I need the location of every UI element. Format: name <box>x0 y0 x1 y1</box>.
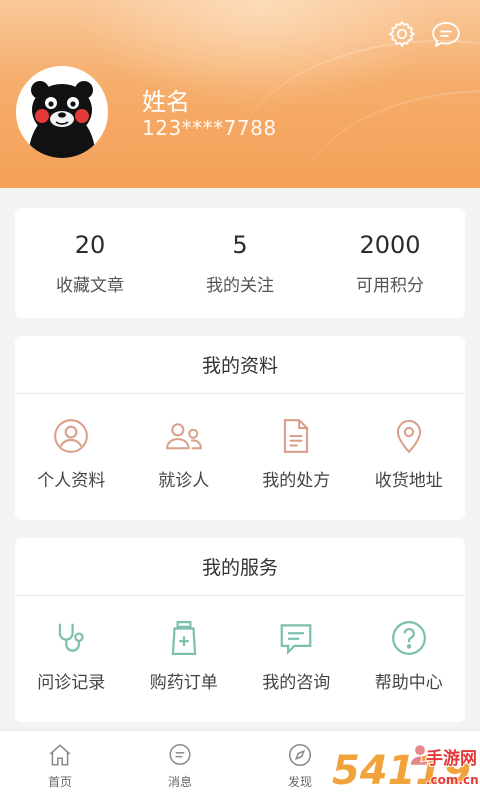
user-name: 姓名 <box>142 88 190 116</box>
stat-value: 5 <box>232 230 248 259</box>
gear-icon[interactable] <box>386 18 418 50</box>
grid-item-consultation-records[interactable]: 问诊记录 <box>15 596 128 722</box>
nav-label: 发现 <box>287 775 312 789</box>
grid-item-my-consultations[interactable]: 我的咨询 <box>240 596 353 722</box>
users-icon <box>164 416 204 456</box>
grid-label: 我的处方 <box>262 471 331 491</box>
profile-section: 我的资料 个人资料 就诊人 我的处方 收货地址 <box>15 336 465 520</box>
grid-item-personal-info[interactable]: 个人资料 <box>15 394 128 520</box>
home-icon <box>46 741 74 769</box>
chat-bubble-icon[interactable] <box>430 18 462 50</box>
nav-label: 消息 <box>167 775 192 789</box>
grid-item-patients[interactable]: 就诊人 <box>128 394 241 520</box>
stat-favorite-articles[interactable]: 20 收藏文章 <box>15 208 165 318</box>
stat-value: 20 <box>74 230 106 259</box>
profile-header: 姓名 123****7788 <box>0 0 480 188</box>
stethoscope-icon <box>51 618 91 658</box>
grid-label: 帮助中心 <box>374 673 443 693</box>
document-icon <box>276 416 316 456</box>
grid-label: 购药订单 <box>149 673 218 693</box>
chat-lines-icon <box>276 618 316 658</box>
avatar[interactable] <box>16 66 108 158</box>
svg-text:手游网: 手游网 <box>426 748 477 769</box>
stat-label: 可用积分 <box>356 275 424 296</box>
stat-label: 收藏文章 <box>56 275 124 296</box>
section-title: 我的资料 <box>15 336 465 394</box>
svg-text:.com.cn: .com.cn <box>426 773 479 787</box>
nav-label: 首页 <box>47 775 72 789</box>
help-circle-icon <box>389 618 429 658</box>
nav-item-messages[interactable]: 消息 <box>120 731 240 800</box>
watermark-logo: 54119 手游网 .com.cn <box>330 738 480 798</box>
user-circle-icon <box>51 416 91 456</box>
compass-icon <box>286 741 314 769</box>
location-pin-icon <box>389 416 429 456</box>
stat-following[interactable]: 5 我的关注 <box>165 208 315 318</box>
grid-label: 个人资料 <box>37 471 106 491</box>
message-icon <box>166 741 194 769</box>
user-phone: 123****7788 <box>142 116 277 140</box>
grid-label: 问诊记录 <box>37 673 106 693</box>
grid-item-prescriptions[interactable]: 我的处方 <box>240 394 353 520</box>
grid-item-help-center[interactable]: 帮助中心 <box>353 596 466 722</box>
grid-label: 我的咨询 <box>262 673 331 693</box>
stat-value: 2000 <box>359 230 421 259</box>
nav-item-home[interactable]: 首页 <box>0 731 120 800</box>
stats-card: 20 收藏文章 5 我的关注 2000 可用积分 <box>15 208 465 318</box>
service-section: 我的服务 问诊记录 购药订单 我的咨询 帮助中心 <box>15 538 465 722</box>
medicine-bag-icon <box>164 618 204 658</box>
stat-points[interactable]: 2000 可用积分 <box>315 208 465 318</box>
section-title: 我的服务 <box>15 538 465 596</box>
grid-item-medicine-orders[interactable]: 购药订单 <box>128 596 241 722</box>
stat-label: 我的关注 <box>206 275 274 296</box>
grid-label: 收货地址 <box>374 471 443 491</box>
grid-item-shipping-address[interactable]: 收货地址 <box>353 394 466 520</box>
grid-label: 就诊人 <box>158 471 210 491</box>
